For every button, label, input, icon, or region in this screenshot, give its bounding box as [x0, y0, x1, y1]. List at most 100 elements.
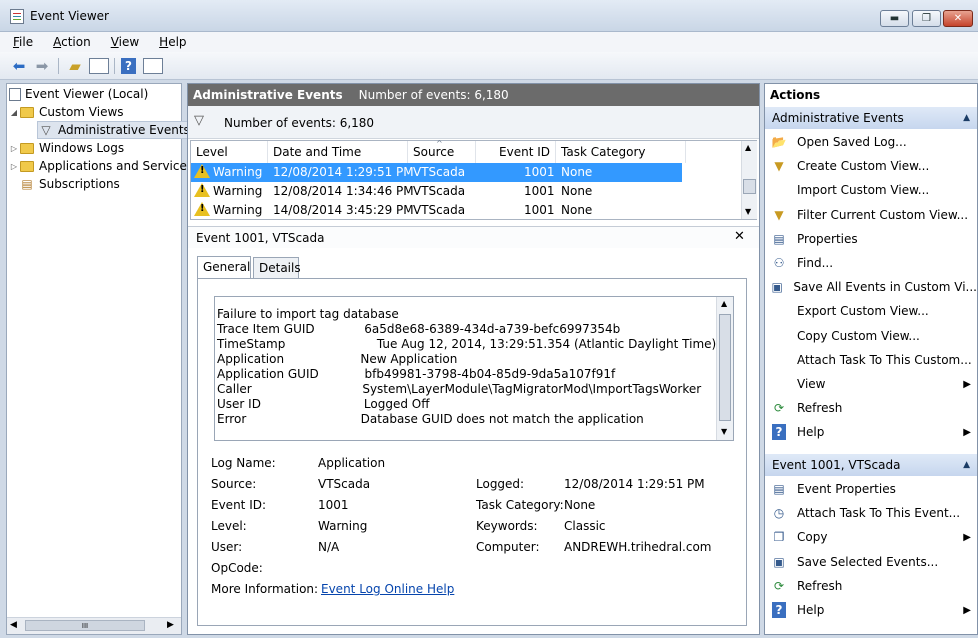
help-icon[interactable]: ? — [121, 58, 136, 74]
action-item[interactable]: Export Custom View... — [769, 300, 977, 322]
action-label: Create Custom View... — [797, 159, 930, 174]
action-item[interactable]: ▤ Event Properties — [769, 478, 977, 500]
scroll-right-icon[interactable]: ▶ — [167, 620, 174, 630]
action-item[interactable]: ⟳ Refresh — [769, 397, 977, 419]
forward-arrow-icon[interactable]: ➡ — [33, 57, 51, 75]
show-hide-tree-icon[interactable] — [89, 58, 109, 74]
menu-view[interactable]: View — [108, 35, 142, 49]
table-row[interactable]: Warning 14/08/2014 3:45:29 PM VTScada 10… — [191, 201, 741, 220]
action-item[interactable]: ▼ Filter Current Custom View... — [769, 204, 977, 226]
action-label: View — [797, 377, 826, 391]
action-item[interactable]: ▤ Properties — [769, 228, 977, 250]
scroll-thumb[interactable] — [719, 314, 731, 421]
scroll-thumb[interactable]: III — [25, 620, 145, 631]
show-hide-action-pane-icon[interactable] — [143, 58, 163, 74]
action-item[interactable]: ▼ Create Custom View... — [769, 155, 977, 177]
center-header-title: Administrative Events — [193, 88, 343, 102]
action-item[interactable]: ▣ Save All Events in Custom Vi... — [769, 276, 977, 298]
blank-icon — [769, 303, 789, 319]
action-item[interactable]: Import Custom View... — [769, 179, 977, 201]
folder-icon — [19, 159, 35, 173]
message-line: User ID Logged Off — [217, 397, 430, 411]
tree-item-administrative-events[interactable]: ▽ Administrative Events — [37, 121, 195, 139]
action-item[interactable]: ◷ Attach Task To This Event... — [769, 502, 977, 524]
action-item[interactable]: ? Help ▶ — [769, 599, 977, 621]
action-item[interactable]: ⟳ Refresh — [769, 575, 977, 597]
message-line: Trace Item GUID 6a5d8e68-6389-434d-a739-… — [217, 322, 621, 336]
clock-task-icon: ◷ — [773, 506, 785, 521]
collapsed-arrow-icon[interactable]: ▷ — [9, 162, 19, 171]
scroll-up-icon[interactable]: ▲ — [721, 299, 727, 308]
actions-section-administrative-events[interactable]: Administrative Events ▲ — [765, 107, 977, 129]
action-item[interactable]: ❐ Copy ▶ — [769, 526, 977, 548]
blank-icon — [769, 182, 789, 198]
tree-label: Custom Views — [39, 105, 124, 119]
message-vertical-scrollbar[interactable]: ▲ ▼ — [716, 297, 733, 440]
tree-item-custom-views[interactable]: ◢ Custom Views — [9, 103, 124, 121]
action-item[interactable]: Attach Task To This Custom... — [769, 349, 977, 371]
blank-icon — [769, 376, 789, 392]
tree-item-event-viewer-local[interactable]: Event Viewer (Local) — [9, 85, 148, 103]
back-arrow-icon[interactable]: ⬅ — [10, 57, 28, 75]
copy-icon: ❐ — [773, 530, 785, 545]
action-item[interactable]: Copy Custom View... — [769, 325, 977, 347]
scroll-thumb[interactable] — [743, 179, 756, 194]
filter-bar: ▽ Number of events: 6,180 — [188, 106, 759, 139]
menu-help[interactable]: Help — [156, 35, 189, 49]
action-item[interactable]: ▣ Save Selected Events... — [769, 551, 977, 573]
message-line: Error Database GUID does not match the a… — [217, 412, 644, 426]
tree-item-subscriptions[interactable]: ▤ Subscriptions — [19, 175, 119, 193]
up-folder-icon[interactable]: ▰ — [66, 57, 84, 75]
action-item[interactable]: ⚇ Find... — [769, 252, 977, 274]
scroll-down-icon[interactable]: ▼ — [745, 207, 751, 216]
nav-horizontal-scrollbar[interactable]: ◀ III ▶ — [7, 617, 181, 634]
title-bar: Event Viewer ▬ ❐ ✕ — [0, 0, 978, 32]
expanded-arrow-icon[interactable]: ◢ — [9, 108, 19, 117]
menu-action[interactable]: Action — [50, 35, 94, 49]
grid-vertical-scrollbar[interactable]: ▲ ▼ — [741, 141, 757, 219]
submenu-arrow-icon: ▶ — [963, 378, 971, 390]
logged-label: Logged: — [476, 477, 525, 491]
column-header-level[interactable]: Level — [191, 141, 268, 163]
toolbar: ⬅ ➡ ▰ ? — [0, 52, 978, 80]
column-header-event-id[interactable]: Event ID — [476, 141, 556, 163]
tree-label: Windows Logs — [39, 141, 125, 155]
action-label: Refresh — [797, 401, 843, 416]
scroll-down-icon[interactable]: ▼ — [721, 427, 727, 436]
scroll-left-icon[interactable]: ◀ — [10, 620, 17, 630]
level-value: Warning — [318, 519, 368, 533]
column-header-task-category[interactable]: Task Category — [556, 141, 686, 163]
scroll-up-icon[interactable]: ▲ — [745, 143, 751, 152]
cell-level: Warning — [213, 184, 263, 198]
action-item[interactable]: ? Help ▶ — [769, 421, 977, 443]
tree-item-windows-logs[interactable]: ▷ Windows Logs — [9, 139, 124, 157]
computer-label: Computer: — [476, 540, 540, 554]
tab-general[interactable]: General — [197, 256, 251, 279]
tab-details[interactable]: Details — [253, 257, 301, 279]
maximize-button[interactable]: ❐ — [912, 10, 941, 27]
minimize-button[interactable]: ▬ — [880, 10, 909, 27]
event-log-online-help-link[interactable]: Event Log Online Help — [321, 582, 454, 596]
collapse-caret-icon[interactable]: ▲ — [963, 460, 970, 470]
user-value: N/A — [318, 540, 340, 554]
column-header-date-time[interactable]: Date and Time — [268, 141, 408, 163]
table-row[interactable]: Warning 12/08/2014 1:29:51 PM VTScada 10… — [191, 163, 682, 182]
menu-file[interactable]: File — [10, 35, 36, 49]
table-row[interactable]: Warning 12/08/2014 1:34:46 PM VTScada 10… — [191, 182, 741, 201]
action-item[interactable]: View ▶ — [769, 373, 977, 395]
close-detail-icon[interactable]: ✕ — [734, 229, 745, 244]
binoculars-icon: ⚇ — [773, 256, 785, 270]
tree-item-applications-and-services[interactable]: ▷ Applications and Services — [9, 157, 193, 175]
action-item[interactable]: 📂 Open Saved Log... — [769, 131, 977, 153]
message-line: Application New Application — [217, 352, 458, 366]
column-header-source[interactable]: Source ^ — [408, 139, 476, 163]
actions-section-event-1001[interactable]: Event 1001, VTScada ▲ — [765, 454, 977, 476]
close-button[interactable]: ✕ — [943, 10, 973, 27]
submenu-arrow-icon: ▶ — [963, 604, 971, 616]
tree-label: Event Viewer (Local) — [25, 87, 149, 101]
action-label: Save Selected Events... — [797, 554, 939, 569]
warning-icon — [194, 183, 210, 200]
collapse-caret-icon[interactable]: ▲ — [963, 113, 970, 123]
collapsed-arrow-icon[interactable]: ▷ — [9, 144, 19, 153]
event-message-box[interactable]: Failure to import tag database Trace Ite… — [214, 296, 734, 441]
